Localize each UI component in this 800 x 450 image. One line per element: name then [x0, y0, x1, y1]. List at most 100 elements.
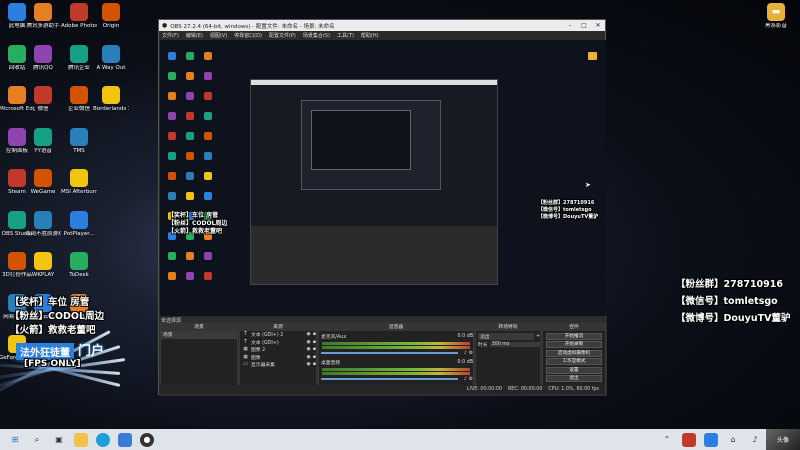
- mixer-channel: 麦克风/Aux 0.0 dB ♪ ⚙: [319, 333, 473, 357]
- channel-db: 0.0 dB: [457, 334, 474, 340]
- nested-obs-window: [250, 79, 498, 285]
- tray-app-icon-2[interactable]: [704, 432, 718, 447]
- source-item[interactable]: T 文本 (GDI+) 2 ◉ ▪: [240, 331, 316, 339]
- file-explorer-icon[interactable]: [74, 432, 88, 447]
- obs-titlebar: ● OBS 27.2.4 (64-bit, windows) - 配置文件: 未…: [159, 20, 605, 31]
- gear-icon[interactable]: ⚙: [469, 351, 473, 356]
- control-button[interactable]: 开始录制: [546, 341, 602, 348]
- desktop-icon[interactable]: Borderlands 3: [93, 86, 129, 113]
- source-name: 文本 (GDI+): [251, 340, 279, 346]
- preview-icon: [204, 92, 212, 100]
- overlay-right: 【粉丝群】278710916 【微信号】tomletsgo 【微博号】DouyuTV…: [676, 279, 791, 324]
- obs-taskbar-icon[interactable]: ●: [140, 432, 154, 447]
- volume-slider[interactable]: [321, 352, 458, 355]
- desktop-icon[interactable]: WeGame: [25, 169, 61, 196]
- desktop-icon-label: Origin: [102, 23, 120, 29]
- source-item[interactable]: ▦ 图像 ◉ ▪: [240, 354, 316, 362]
- source-item[interactable]: T 文本 (GDI+) ◉ ▪: [240, 339, 316, 347]
- control-button[interactable]: 设置: [546, 366, 602, 374]
- eye-icon[interactable]: ◉: [307, 355, 311, 360]
- obs-title: OBS 27.2.4 (64-bit, windows) - 配置文件: 未命名…: [170, 23, 335, 30]
- desktop-icon-label: 企业微信: [67, 106, 90, 112]
- app-icon: [8, 86, 26, 104]
- corner-avatar: 头像: [766, 429, 800, 450]
- network-icon[interactable]: ⌂: [726, 433, 740, 447]
- desktop-icon-label: 腾讯多游助手: [26, 23, 60, 29]
- desktop-icon[interactable]: Origin: [93, 3, 129, 30]
- tray-up-icon[interactable]: ⌃: [660, 433, 674, 447]
- minimize-button[interactable]: –: [563, 22, 577, 29]
- desktop-icon[interactable]: WKPLAY: [25, 252, 61, 279]
- desktop-icon-right[interactable]: ▬ 黑系影音: [758, 3, 794, 30]
- speaker-icon[interactable]: ♪: [464, 377, 467, 382]
- controls-panel: 控件 开始推流 开始录制 启动虚拟摄像机 工作室模式 设置 退出: [542, 323, 606, 394]
- menu-help[interactable]: 帮助(H): [361, 32, 379, 39]
- lock-icon[interactable]: ▪: [313, 340, 316, 345]
- control-button[interactable]: 开始推流: [546, 332, 602, 340]
- obs-window[interactable]: ● OBS 27.2.4 (64-bit, windows) - 配置文件: 未…: [158, 19, 607, 396]
- desktop-icon-label: 微信: [37, 106, 49, 112]
- tray-app-icon[interactable]: [682, 432, 696, 447]
- eye-icon[interactable]: ◉: [307, 347, 311, 352]
- transition-select[interactable]: 淡出: [478, 333, 534, 341]
- search-icon[interactable]: ⌕: [30, 433, 44, 447]
- menu-tools[interactable]: 工具(T): [337, 32, 354, 39]
- start-icon[interactable]: ⊞: [8, 433, 22, 447]
- lock-icon[interactable]: ▪: [313, 347, 316, 352]
- eye-icon[interactable]: ◉: [307, 340, 311, 345]
- store-icon[interactable]: [118, 432, 132, 447]
- source-item[interactable]: ▭ 显示器采集 ◉ ▪: [240, 361, 316, 369]
- menu-docks[interactable]: 停靠窗口(D): [234, 32, 262, 39]
- edge-icon[interactable]: [96, 432, 110, 447]
- obs-preview[interactable]: 【粉丝群】278710916 【微信号】tomletsgo 【微博号】DouyuTV…: [160, 40, 606, 316]
- menu-view[interactable]: 视图(V): [210, 32, 227, 39]
- app-icon: [102, 44, 120, 63]
- task-view-icon[interactable]: ▣: [52, 433, 66, 447]
- gear-icon[interactable]: ⚙: [469, 377, 473, 382]
- eye-icon[interactable]: ◉: [307, 362, 311, 367]
- control-button[interactable]: 工作室模式: [546, 358, 602, 365]
- preview-icon: [204, 152, 212, 160]
- preview-icon: [168, 112, 176, 120]
- maximize-button[interactable]: □: [577, 22, 591, 29]
- menu-file[interactable]: 文件(F): [162, 32, 179, 39]
- preview-icon: [186, 192, 194, 200]
- lock-icon[interactable]: ▪: [313, 332, 316, 337]
- app-icon: [70, 252, 88, 270]
- desktop-icon[interactable]: 海阔不胜原游戏5.0: [25, 210, 61, 238]
- volume-slider[interactable]: [321, 378, 458, 381]
- menu-profile[interactable]: 配置文件(P): [269, 32, 296, 39]
- desktop-icon[interactable]: 微信: [25, 86, 61, 113]
- desktop-icon[interactable]: MSI Afterburner: [61, 169, 97, 196]
- volume-icon[interactable]: ♪: [748, 433, 762, 447]
- speaker-icon[interactable]: ♪: [464, 351, 467, 356]
- eye-icon[interactable]: ◉: [307, 332, 311, 337]
- source-type-icon: ▦: [243, 347, 248, 353]
- duration-field[interactable]: 300 ms: [489, 341, 540, 347]
- add-transition-button[interactable]: +: [536, 334, 540, 339]
- control-button[interactable]: 退出: [546, 375, 602, 382]
- menu-edit[interactable]: 编辑(E): [186, 32, 203, 39]
- desktop-icon-label: 腾讯企业: [67, 64, 90, 71]
- source-item[interactable]: ▦ 图像 2 ◉ ▪: [240, 346, 316, 354]
- desktop-icon[interactable]: 腾讯QQ: [25, 44, 61, 72]
- desktop-icon[interactable]: TMS: [61, 127, 97, 155]
- control-button[interactable]: 启动虚拟摄像机: [546, 349, 602, 357]
- scene-item[interactable]: 场景: [161, 331, 237, 339]
- lock-icon[interactable]: ▪: [313, 355, 316, 360]
- desktop-icon[interactable]: Adobe Photosh...: [61, 3, 97, 30]
- app-icon: [70, 169, 88, 187]
- close-button[interactable]: ✕: [591, 22, 605, 29]
- desktop-icon[interactable]: PotPlayer...: [61, 210, 97, 238]
- desktop-icon[interactable]: 腾讯企业: [61, 44, 97, 72]
- desktop-icon[interactable]: ToDesk: [61, 252, 97, 279]
- desktop-icon[interactable]: YY语音: [25, 127, 61, 155]
- lock-icon[interactable]: ▪: [313, 362, 316, 367]
- menu-scene-collection[interactable]: 场景集合(S): [303, 32, 330, 39]
- desktop-icon[interactable]: A Way Out: [93, 44, 129, 72]
- desktop-icon[interactable]: 企业微信: [61, 86, 97, 113]
- app-icon: [34, 86, 52, 104]
- preview-icon: [186, 52, 194, 60]
- preview-icon: [204, 252, 212, 260]
- desktop-icon[interactable]: 腾讯多游助手: [25, 3, 61, 30]
